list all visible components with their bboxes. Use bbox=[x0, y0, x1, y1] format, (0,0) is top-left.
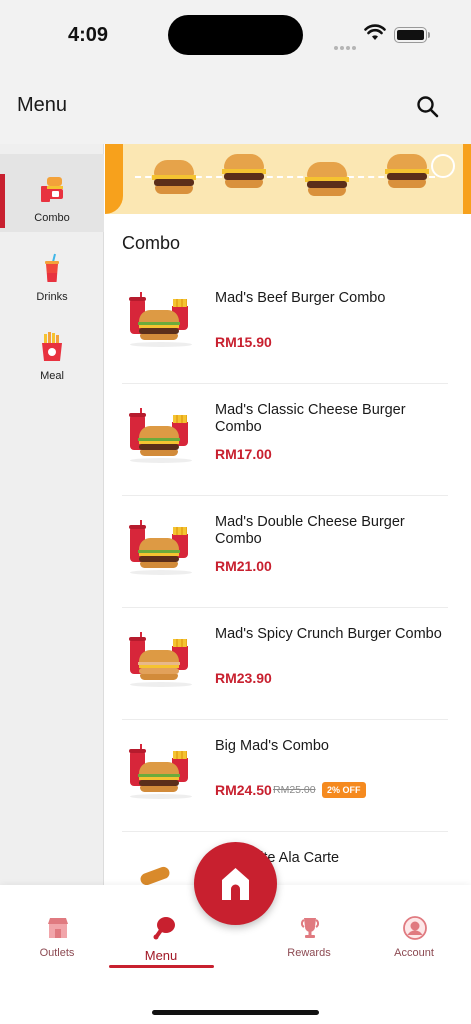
drink-icon bbox=[45, 253, 59, 282]
section-title: Combo bbox=[122, 233, 181, 253]
menu-item[interactable]: Favourite Ala Carte bbox=[122, 832, 448, 885]
account-icon bbox=[403, 916, 427, 940]
sidebar-item-label: Drinks bbox=[36, 291, 68, 303]
store-icon bbox=[48, 918, 68, 938]
combo-image bbox=[126, 292, 192, 352]
combo-image bbox=[126, 520, 192, 580]
item-price: RM23.90 bbox=[215, 670, 272, 686]
item-price: RM24.50 bbox=[215, 782, 272, 798]
item-name: Mad's Double Cheese Burger Combo bbox=[215, 514, 405, 547]
combo-image bbox=[126, 744, 192, 804]
chicken-icon bbox=[153, 917, 175, 940]
cellular-signal-icon bbox=[334, 37, 358, 55]
combo-image bbox=[126, 632, 192, 692]
nav-account[interactable]: Account bbox=[362, 915, 466, 975]
active-tab-indicator bbox=[109, 965, 214, 968]
item-price: RM17.00 bbox=[215, 446, 272, 462]
category-sidebar: Combo Drinks Meal bbox=[0, 144, 104, 885]
sidebar-item-drinks[interactable]: Drinks bbox=[0, 233, 104, 311]
wifi-icon bbox=[364, 24, 386, 40]
app-header: Menu bbox=[0, 70, 471, 144]
search-button[interactable] bbox=[414, 93, 442, 121]
menu-item[interactable]: Mad's Classic Cheese Burger Combo RM17.0… bbox=[122, 384, 448, 496]
item-name: Big Mad's Combo bbox=[215, 738, 329, 754]
brand-seal-icon bbox=[431, 154, 455, 178]
item-name: Mad's Classic Cheese Burger Combo bbox=[215, 402, 406, 435]
sidebar-item-combo[interactable]: Combo bbox=[0, 154, 104, 232]
combo-icon bbox=[41, 177, 63, 202]
sidebar-item-label: Combo bbox=[34, 212, 70, 224]
nav-label: Account bbox=[394, 947, 434, 959]
promo-banner[interactable] bbox=[105, 144, 471, 214]
battery-icon bbox=[394, 27, 430, 43]
dynamic-island bbox=[168, 15, 303, 55]
page-title: Menu bbox=[17, 94, 68, 116]
burger-image bbox=[152, 160, 196, 194]
combo-image bbox=[126, 408, 192, 468]
nav-label: Outlets bbox=[39, 947, 75, 959]
burger-image bbox=[305, 162, 349, 196]
trophy-icon bbox=[300, 918, 320, 938]
sidebar-item-label: Meal bbox=[40, 370, 64, 382]
item-name: Mad's Beef Burger Combo bbox=[215, 290, 386, 306]
discount-badge: 2% OFF bbox=[322, 782, 366, 798]
nav-label: Menu bbox=[144, 948, 178, 963]
menu-item[interactable]: Big Mad's Combo RM24.50 RM25.00 2% OFF bbox=[122, 720, 448, 832]
search-icon bbox=[417, 96, 439, 118]
item-name: Mad's Spicy Crunch Burger Combo bbox=[215, 626, 442, 642]
item-price: RM21.00 bbox=[215, 558, 272, 574]
menu-item[interactable]: Mad's Beef Burger Combo RM15.90 bbox=[122, 272, 448, 384]
item-original-price: RM25.00 bbox=[273, 784, 316, 796]
menu-item[interactable]: Mad's Double Cheese Burger Combo RM21.00 bbox=[122, 496, 448, 608]
nav-outlets[interactable]: Outlets bbox=[5, 915, 109, 975]
home-button[interactable] bbox=[194, 842, 277, 925]
home-icon bbox=[222, 868, 249, 900]
home-indicator bbox=[152, 1010, 319, 1015]
status-bar: 4:09 bbox=[0, 0, 471, 70]
sidebar-item-meal[interactable]: Meal bbox=[0, 312, 104, 390]
nav-label: Rewards bbox=[287, 947, 331, 959]
chicken-image bbox=[126, 860, 192, 885]
menu-content: Combo Mad's Beef Burger Combo RM15.90 Ma… bbox=[105, 144, 471, 885]
burger-image bbox=[222, 154, 266, 188]
status-time: 4:09 bbox=[68, 24, 109, 46]
item-price: RM15.90 bbox=[215, 334, 272, 350]
menu-item[interactable]: Mad's Spicy Crunch Burger Combo RM23.90 bbox=[122, 608, 448, 720]
fries-icon bbox=[42, 332, 62, 361]
burger-image bbox=[385, 154, 429, 188]
